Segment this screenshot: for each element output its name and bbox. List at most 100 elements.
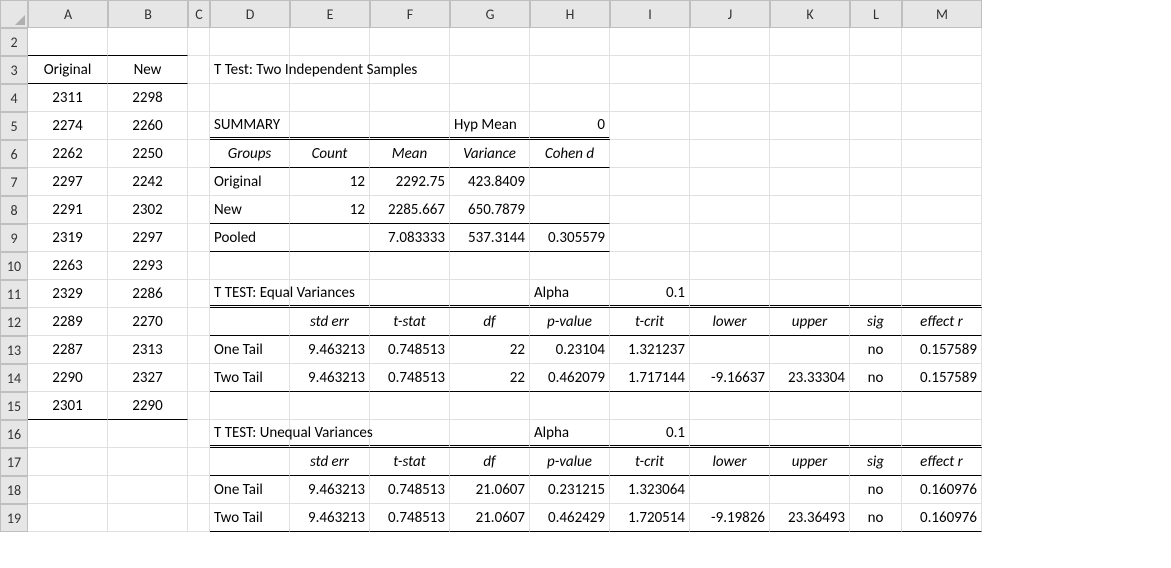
value[interactable]: 21.0607 [450,504,530,532]
cell[interactable] [188,364,210,392]
value[interactable]: 0.462429 [530,504,610,532]
cell[interactable] [902,168,982,196]
summary-row-label[interactable]: Original [210,168,290,196]
value[interactable]: 1.720514 [610,504,690,532]
summary-col-variance[interactable]: Variance [450,140,530,168]
cell[interactable] [850,224,902,252]
cell[interactable] [850,112,902,140]
cell[interactable] [210,448,290,476]
cell[interactable] [850,140,902,168]
row-header-7[interactable]: 7 [0,168,28,196]
cell[interactable] [770,252,850,280]
cell[interactable] [850,84,902,112]
cell[interactable] [188,28,210,56]
row-header-3[interactable]: 3 [0,56,28,84]
cell[interactable] [188,252,210,280]
cell[interactable] [850,196,902,224]
cell[interactable] [690,168,770,196]
cell[interactable] [290,112,370,140]
cell[interactable] [108,476,188,504]
data-cell[interactable]: 2313 [108,336,188,364]
col-sig[interactable]: sig [850,308,902,336]
data-cell[interactable]: 2291 [28,196,108,224]
cell[interactable] [850,420,902,448]
row-header-15[interactable]: 15 [0,392,28,420]
cell[interactable] [610,28,690,56]
value[interactable]: -9.16637 [690,364,770,392]
col-lower[interactable]: lower [690,308,770,336]
col-tcrit[interactable]: t-crit [610,448,690,476]
cell[interactable] [690,112,770,140]
summary-value[interactable]: 7.083333 [370,224,450,252]
cell[interactable] [850,28,902,56]
cell[interactable] [188,280,210,308]
col-df[interactable]: df [450,448,530,476]
cell[interactable] [450,392,530,420]
value[interactable] [770,336,850,364]
cell[interactable] [770,84,850,112]
row-header-14[interactable]: 14 [0,364,28,392]
eq-title[interactable]: T TEST: Equal Variances [210,280,290,308]
cell[interactable] [770,420,850,448]
data-cell[interactable]: 2274 [28,112,108,140]
col-header-A[interactable]: A [28,0,108,28]
value[interactable]: 0.748513 [370,504,450,532]
cell[interactable] [290,84,370,112]
cell[interactable] [28,476,108,504]
row-header-5[interactable]: 5 [0,112,28,140]
col-header-H[interactable]: H [530,0,610,28]
uneq-title[interactable]: T TEST: Unequal Variances [210,420,290,448]
value[interactable]: 0.748513 [370,364,450,392]
ttest-title[interactable]: T Test: Two Independent Samples [210,56,290,84]
value[interactable]: 9.463213 [290,364,370,392]
cell[interactable] [188,224,210,252]
data-cell[interactable]: 2270 [108,308,188,336]
data-header-new[interactable]: New [108,56,188,84]
cell[interactable] [530,252,610,280]
value[interactable]: 9.463213 [290,504,370,532]
row-header-19[interactable]: 19 [0,504,28,532]
row-header-8[interactable]: 8 [0,196,28,224]
cell[interactable] [370,28,450,56]
cell[interactable] [902,252,982,280]
cell[interactable] [108,28,188,56]
summary-value[interactable]: 12 [290,196,370,224]
cell[interactable] [770,280,850,308]
summary-row-label[interactable]: New [210,196,290,224]
cell[interactable] [108,420,188,448]
data-cell[interactable]: 2311 [28,84,108,112]
cell[interactable] [610,252,690,280]
cell[interactable] [610,56,690,84]
alpha-value[interactable]: 0.1 [610,280,690,308]
cell[interactable] [902,196,982,224]
data-cell[interactable]: 2260 [108,112,188,140]
cell[interactable] [210,308,290,336]
cell[interactable] [690,280,770,308]
cell[interactable] [28,504,108,532]
row-label[interactable]: Two Tail [210,504,290,532]
cell[interactable] [690,392,770,420]
cell[interactable] [902,140,982,168]
spreadsheet-grid[interactable]: A B C D E F G H I J K L M 2 3 Original N… [0,0,1171,532]
cell[interactable] [28,420,108,448]
value[interactable]: no [850,336,902,364]
cell[interactable] [850,252,902,280]
cell[interactable] [450,280,530,308]
cell[interactable] [188,420,210,448]
summary-col-count[interactable]: Count [290,140,370,168]
cell[interactable] [188,112,210,140]
col-tstat[interactable]: t-stat [370,308,450,336]
data-cell[interactable]: 2286 [108,280,188,308]
col-header-E[interactable]: E [290,0,370,28]
value[interactable]: 22 [450,364,530,392]
col-effectr[interactable]: effect r [902,448,982,476]
value[interactable]: 9.463213 [290,476,370,504]
cell[interactable] [530,28,610,56]
cell[interactable] [770,112,850,140]
data-cell[interactable]: 2327 [108,364,188,392]
row-header-6[interactable]: 6 [0,140,28,168]
summary-label[interactable]: SUMMARY [210,112,290,140]
row-header-18[interactable]: 18 [0,476,28,504]
summary-value[interactable]: 2292.75 [370,168,450,196]
cell[interactable] [902,224,982,252]
